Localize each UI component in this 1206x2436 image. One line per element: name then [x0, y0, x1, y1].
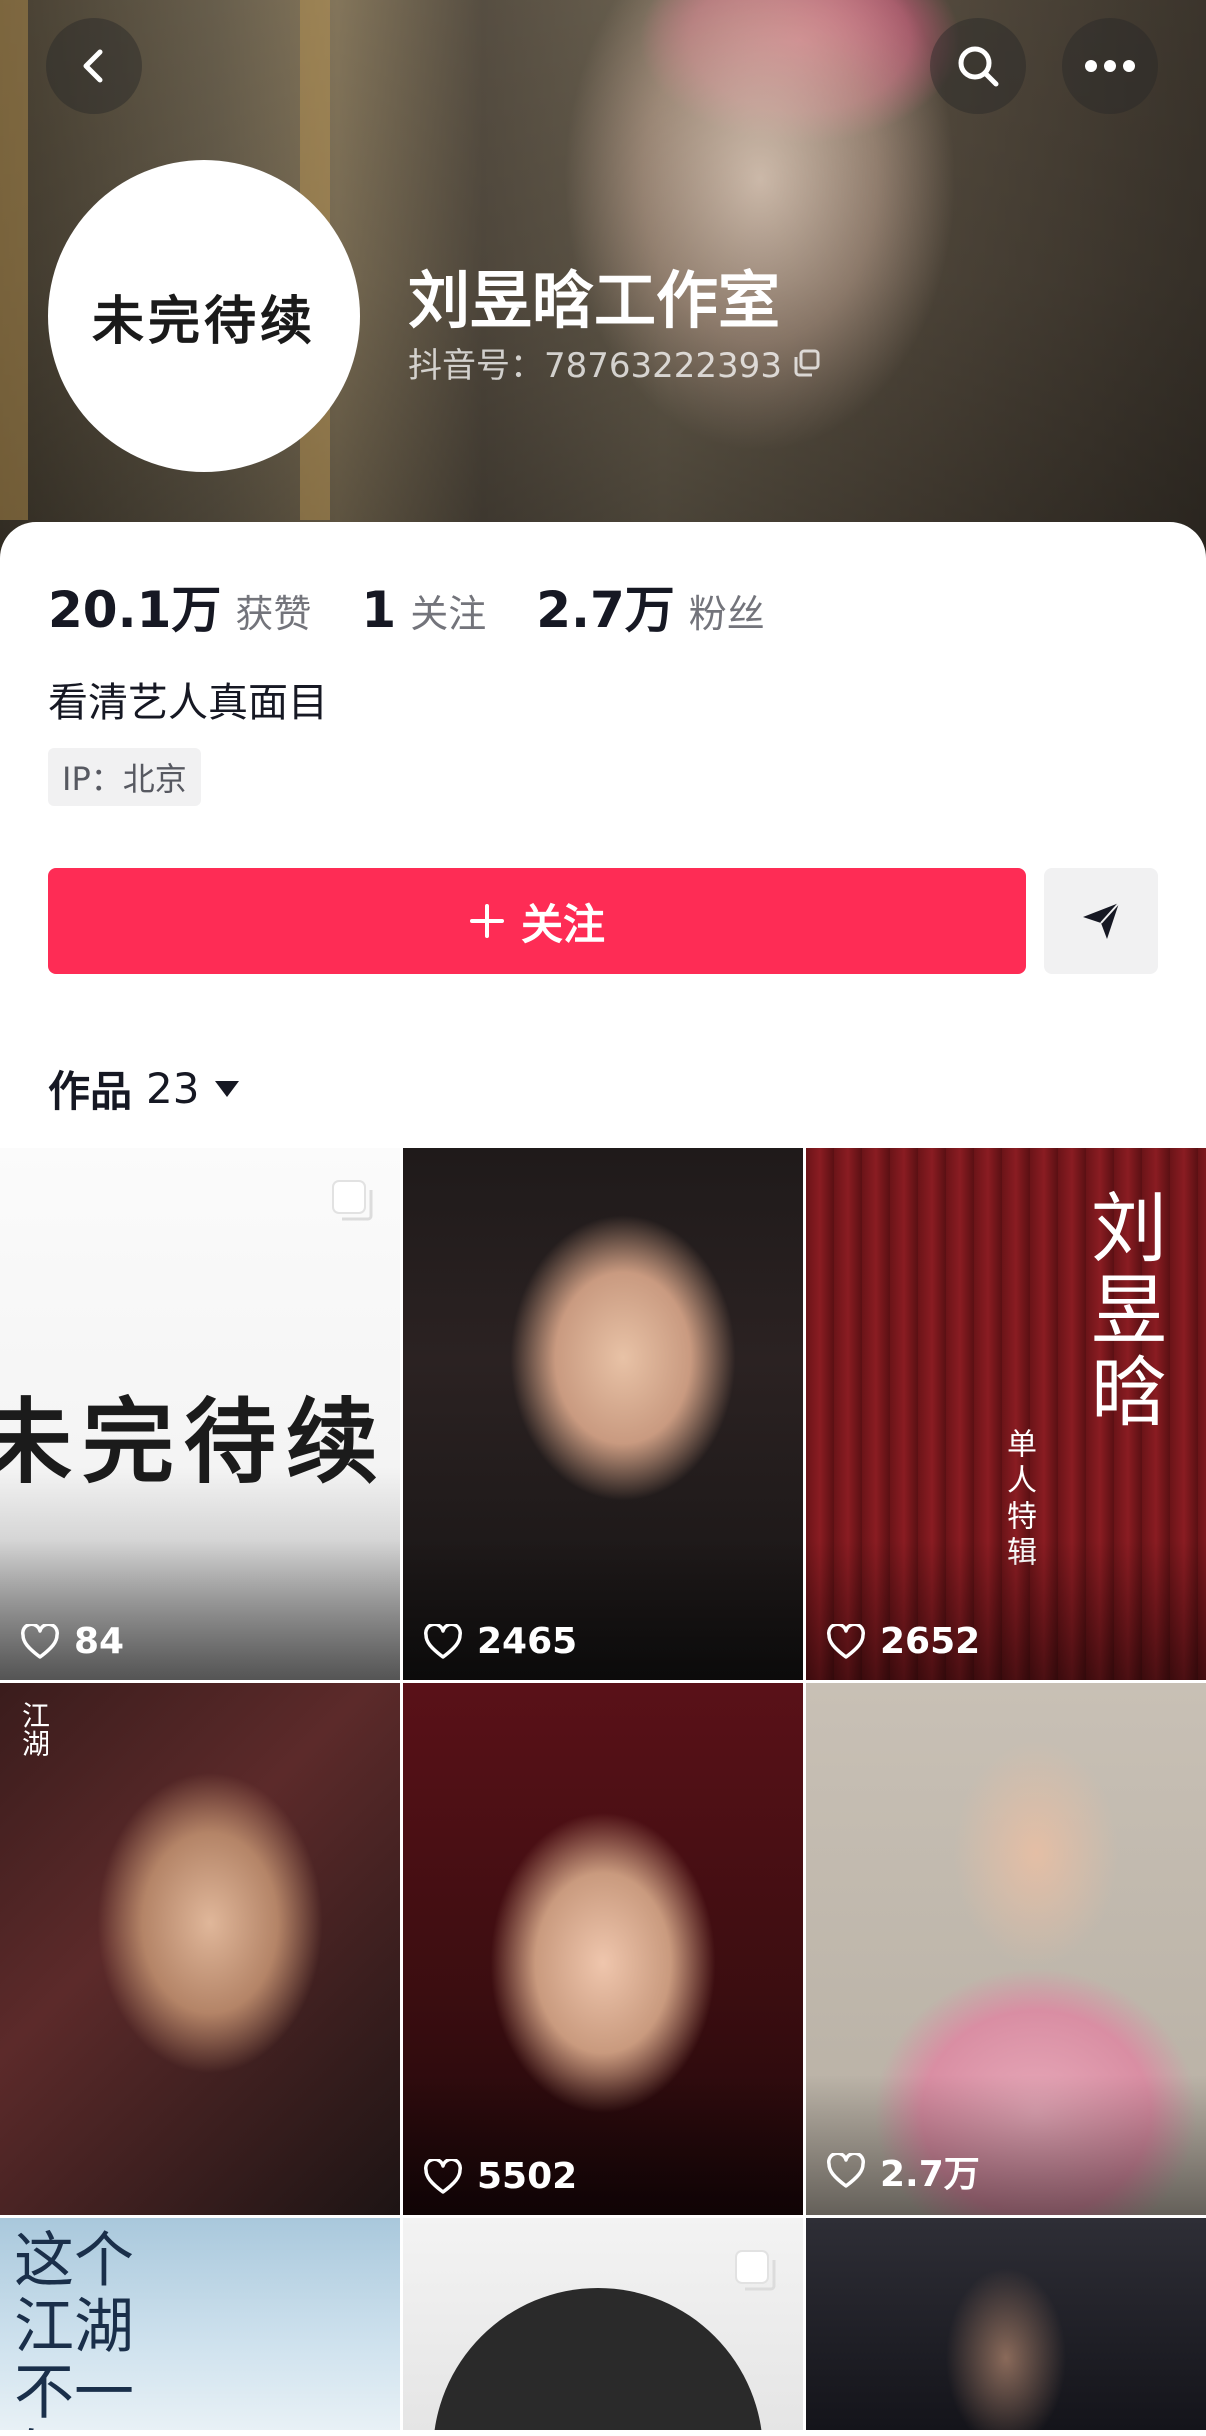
heart-icon — [21, 1623, 59, 1659]
video-likes: 84 — [20, 1621, 124, 1662]
send-icon — [1083, 902, 1120, 939]
douyin-id: 抖音号：78763222393 — [408, 346, 782, 386]
followers-label: 粉丝 — [688, 592, 765, 636]
video-tile[interactable]: 2465 — [403, 1148, 803, 1680]
profile-name: 刘昱晗工作室 — [408, 264, 781, 337]
umbrella-shape — [433, 2288, 763, 2430]
like-count: 2465 — [477, 1621, 578, 1662]
bio-text: 看清艺人真面目 — [48, 680, 328, 726]
followers-count: 2.7万 — [536, 581, 675, 639]
likes-label: 获赞 — [235, 592, 312, 636]
video-likes: 2.7万 — [826, 2145, 980, 2197]
ip-location-tag: IP：北京 — [48, 748, 201, 806]
follow-button[interactable]: 关注 — [48, 868, 1026, 974]
following-count: 1 — [361, 581, 397, 639]
copy-icon[interactable] — [792, 348, 822, 378]
plus-icon — [469, 904, 504, 938]
like-count: 5502 — [477, 2156, 578, 2197]
like-count: 2.7万 — [880, 2154, 980, 2195]
banner-pillar — [0, 0, 28, 520]
video-likes: 5502 — [423, 2156, 577, 2197]
search-button[interactable] — [930, 18, 1026, 114]
search-icon — [958, 46, 999, 87]
works-label: 作品 — [48, 1067, 133, 1116]
like-count: 84 — [74, 1621, 125, 1662]
video-tile[interactable]: 5502 — [403, 1683, 803, 2215]
video-grid: 未完待续 84 2465 刘昱晗 单人特辑 2652 江湖 5502 2.7万 … — [0, 1148, 1206, 2430]
douyin-id-row[interactable]: 抖音号：78763222393 — [408, 338, 822, 387]
works-count: 23 — [146, 1064, 200, 1113]
more-dots-icon — [1085, 60, 1135, 72]
video-tile[interactable]: 这个江湖不一般 — [0, 2218, 400, 2430]
like-count: 2652 — [880, 1621, 981, 1662]
avatar[interactable]: 未完待续 — [48, 160, 360, 472]
dropdown-triangle-icon[interactable] — [213, 1079, 241, 1099]
works-tab[interactable]: 作品 23 — [48, 1058, 241, 1119]
back-button[interactable] — [46, 18, 142, 114]
heart-icon — [827, 2153, 865, 2188]
follow-label: 关注 — [520, 899, 605, 949]
heart-icon — [827, 1623, 865, 1659]
heart-icon — [424, 1623, 462, 1659]
more-button[interactable] — [1062, 18, 1158, 114]
video-overlay-text: 未完待续 — [0, 1388, 389, 1496]
avatar-logo-text: 未完待续 — [91, 290, 316, 352]
video-overlay-text: 刘昱晗 — [1078, 1188, 1167, 1434]
video-likes: 2652 — [826, 1621, 980, 1662]
image-set-icon — [735, 2250, 776, 2291]
image-set-icon — [332, 1180, 373, 1221]
likes-count: 20.1万 — [48, 581, 222, 639]
heart-icon — [424, 2158, 462, 2194]
share-button[interactable] — [1044, 868, 1158, 974]
stat-following[interactable]: 1 关注 — [361, 581, 486, 639]
following-label: 关注 — [410, 592, 487, 636]
video-overlay-text: 这个江湖不一般 — [14, 2226, 134, 2430]
video-likes: 2465 — [423, 1621, 577, 1662]
video-corner-logo: 江湖 — [18, 1701, 51, 1757]
video-tile[interactable] — [806, 2218, 1206, 2430]
video-tile[interactable]: 刘昱晗 单人特辑 2652 — [806, 1148, 1206, 1680]
back-arrow-icon — [83, 49, 103, 83]
stat-likes[interactable]: 20.1万 获赞 — [48, 570, 311, 642]
video-tile[interactable]: 江湖 — [0, 1683, 400, 2215]
stat-followers[interactable]: 2.7万 粉丝 — [536, 570, 765, 642]
video-tile[interactable]: 2.7万 — [806, 1683, 1206, 2215]
video-tile[interactable]: 未完待续 84 — [0, 1148, 400, 1680]
video-tile[interactable] — [403, 2218, 803, 2430]
stats-row: 20.1万 获赞 1 关注 2.7万 粉丝 — [48, 570, 815, 642]
